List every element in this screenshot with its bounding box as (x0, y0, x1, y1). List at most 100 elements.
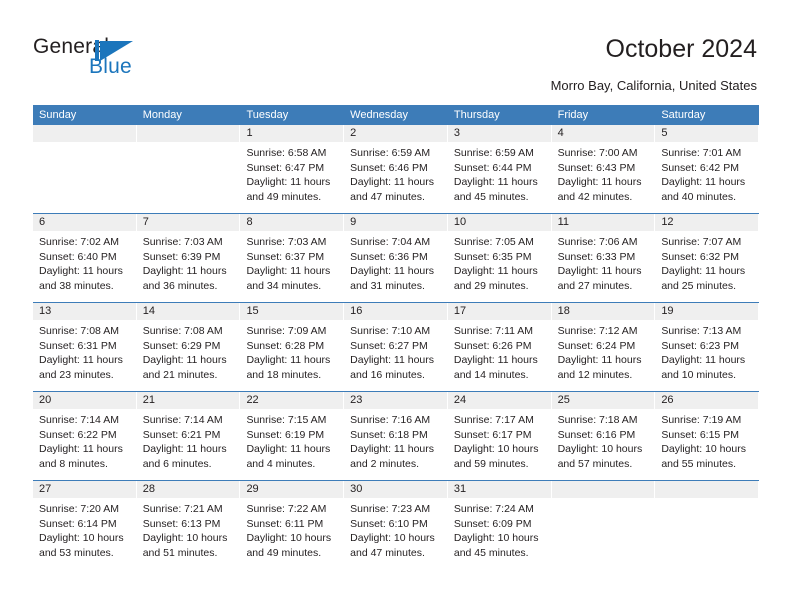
day-number: 11 (551, 214, 656, 231)
day-details: Sunrise: 7:14 AM Sunset: 6:22 PM Daylight:… (33, 409, 137, 471)
calendar-day-cell[interactable]: 8 Sunrise: 7:03 AM Sunset: 6:37 PM Daylight… (240, 214, 345, 302)
day-number: 9 (344, 214, 448, 231)
calendar-day-cell[interactable]: 7 Sunrise: 7:03 AM Sunset: 6:39 PM Daylight… (136, 214, 241, 302)
calendar-day-cell[interactable]: 26 Sunrise: 7:19 AM Sunset: 6:15 PM Dayligh… (655, 392, 760, 480)
calendar-day-cell[interactable]: 25 Sunrise: 7:18 AM Sunset: 6:16 PM Dayligh… (551, 392, 656, 480)
sunrise-time: Sunrise: 6:59 AM (453, 147, 534, 159)
daylight-duration-line2: and 49 minutes. (246, 546, 322, 559)
calendar-day-cell[interactable]: 31 Sunrise: 7:24 AM Sunset: 6:09 PM Dayligh… (447, 481, 552, 570)
daylight-duration-line2: and 49 minutes. (246, 190, 322, 203)
day-number: 4 (551, 125, 656, 142)
day-number: 21 (136, 392, 241, 409)
calendar-day-cell[interactable]: 1 Sunrise: 6:58 AM Sunset: 6:47 PM Daylight… (240, 125, 345, 213)
day-details (552, 498, 656, 502)
sunrise-time: Sunrise: 7:08 AM (142, 325, 223, 337)
day-details: Sunrise: 7:03 AM Sunset: 6:37 PM Daylight:… (240, 231, 344, 293)
calendar-day-cell[interactable]: 22 Sunrise: 7:15 AM Sunset: 6:19 PM Dayligh… (240, 392, 345, 480)
sunset-time: Sunset: 6:28 PM (246, 339, 325, 352)
calendar-table: Sunday Monday Tuesday Wednesday Thursday Frid… (33, 105, 760, 570)
day-details: Sunrise: 7:06 AM Sunset: 6:33 PM Daylight:… (552, 231, 656, 293)
calendar-day-cell[interactable]: 27 Sunrise: 7:20 AM Sunset: 6:14 PM Dayligh… (33, 481, 137, 570)
daylight-duration-line2: and 29 minutes. (453, 279, 529, 292)
day-number: 23 (344, 392, 448, 409)
daylight-duration-line2: and 59 minutes. (453, 457, 529, 470)
sunset-time: Sunset: 6:13 PM (142, 517, 221, 530)
calendar-day-cell[interactable]: 2 Sunrise: 6:59 AM Sunset: 6:46 PM Daylight… (344, 125, 448, 213)
sunrise-time: Sunrise: 7:17 AM (453, 414, 534, 426)
sunset-time: Sunset: 6:47 PM (246, 161, 325, 174)
daylight-duration-line1: Daylight: 11 hours (453, 176, 538, 189)
daylight-duration-line2: and 42 minutes. (557, 190, 633, 203)
day-details: Sunrise: 7:00 AM Sunset: 6:43 PM Daylight:… (552, 142, 656, 204)
daylight-duration-line1: Daylight: 11 hours (142, 265, 227, 278)
calendar-day-cell[interactable]: 5 Sunrise: 7:01 AM Sunset: 6:42 PM Daylight… (655, 125, 760, 213)
calendar-body: 1 Sunrise: 6:58 AM Sunset: 6:47 PM Daylight… (33, 125, 760, 570)
calendar-day-cell[interactable]: 20 Sunrise: 7:14 AM Sunset: 6:22 PM Dayligh… (33, 392, 137, 480)
calendar-day-cell[interactable]: 19 Sunrise: 7:13 AM Sunset: 6:23 PM Dayligh… (655, 303, 760, 391)
sunrise-time: Sunrise: 7:03 AM (246, 236, 327, 248)
sunrise-time: Sunrise: 7:23 AM (350, 503, 431, 515)
calendar-day-cell[interactable]: 23 Sunrise: 7:16 AM Sunset: 6:18 PM Dayligh… (344, 392, 448, 480)
calendar-day-cell[interactable]: 28 Sunrise: 7:21 AM Sunset: 6:13 PM Dayligh… (136, 481, 241, 570)
sunset-time: Sunset: 6:11 PM (246, 517, 324, 530)
calendar-day-cell[interactable]: 11 Sunrise: 7:06 AM Sunset: 6:33 PM Dayligh… (551, 214, 656, 302)
sunset-time: Sunset: 6:42 PM (661, 161, 739, 174)
daylight-duration-line1: Daylight: 11 hours (350, 265, 435, 278)
calendar-day-cell[interactable]: 17 Sunrise: 7:11 AM Sunset: 6:26 PM Dayligh… (447, 303, 552, 391)
day-number (655, 481, 760, 498)
calendar-day-cell[interactable]: 10 Sunrise: 7:05 AM Sunset: 6:35 PM Dayligh… (447, 214, 552, 302)
weekday-header-friday: Friday (557, 109, 589, 121)
weekday-header-wednesday: Wednesday (350, 109, 409, 121)
day-number: 16 (344, 303, 448, 320)
calendar-day-cell[interactable]: 16 Sunrise: 7:10 AM Sunset: 6:27 PM Dayligh… (344, 303, 448, 391)
sunset-time: Sunset: 6:14 PM (39, 517, 117, 530)
day-number: 26 (655, 392, 760, 409)
day-details: Sunrise: 7:17 AM Sunset: 6:17 PM Daylight:… (448, 409, 552, 471)
sunset-time: Sunset: 6:23 PM (661, 339, 739, 352)
day-number (136, 125, 241, 142)
sunrise-time: Sunrise: 7:04 AM (350, 236, 431, 248)
daylight-duration-line1: Daylight: 11 hours (557, 265, 642, 278)
daylight-duration-line1: Daylight: 10 hours (350, 532, 435, 545)
sunset-time: Sunset: 6:31 PM (39, 339, 117, 352)
daylight-duration-line2: and 21 minutes. (142, 368, 218, 381)
daylight-duration-line1: Daylight: 11 hours (661, 265, 746, 278)
day-number: 18 (551, 303, 656, 320)
calendar-day-cell[interactable]: 3 Sunrise: 6:59 AM Sunset: 6:44 PM Daylight… (447, 125, 552, 213)
calendar-day-cell[interactable]: 13 Sunrise: 7:08 AM Sunset: 6:31 PM Dayligh… (33, 303, 137, 391)
sunrise-time: Sunrise: 6:59 AM (350, 147, 431, 159)
sunset-time: Sunset: 6:32 PM (661, 250, 739, 263)
sunset-time: Sunset: 6:44 PM (453, 161, 532, 174)
calendar-day-cell[interactable]: 12 Sunrise: 7:07 AM Sunset: 6:32 PM Dayligh… (655, 214, 760, 302)
sunrise-time: Sunrise: 7:00 AM (557, 147, 638, 159)
calendar-day-cell-empty (33, 125, 137, 213)
daylight-duration-line1: Daylight: 11 hours (39, 443, 123, 456)
calendar-day-cell[interactable]: 4 Sunrise: 7:00 AM Sunset: 6:43 PM Daylight… (551, 125, 656, 213)
calendar-week-row: 20 Sunrise: 7:14 AM Sunset: 6:22 PM Dayligh… (33, 392, 760, 481)
daylight-duration-line2: and 45 minutes. (453, 546, 529, 559)
brand-logo[interactable]: General Blue (33, 36, 253, 88)
calendar-day-cell[interactable]: 18 Sunrise: 7:12 AM Sunset: 6:24 PM Dayligh… (551, 303, 656, 391)
calendar-day-cell[interactable]: 21 Sunrise: 7:14 AM Sunset: 6:21 PM Dayligh… (136, 392, 241, 480)
day-details: Sunrise: 7:02 AM Sunset: 6:40 PM Daylight:… (33, 231, 137, 293)
sunrise-time: Sunrise: 7:22 AM (246, 503, 327, 515)
sunset-time: Sunset: 6:17 PM (453, 428, 532, 441)
sunset-time: Sunset: 6:43 PM (557, 161, 636, 174)
day-details: Sunrise: 7:13 AM Sunset: 6:23 PM Daylight:… (655, 320, 759, 382)
sunset-time: Sunset: 6:36 PM (350, 250, 428, 263)
sunrise-time: Sunrise: 7:02 AM (39, 236, 119, 248)
calendar-day-cell[interactable]: 15 Sunrise: 7:09 AM Sunset: 6:28 PM Dayligh… (240, 303, 345, 391)
calendar-day-cell[interactable]: 14 Sunrise: 7:08 AM Sunset: 6:29 PM Dayligh… (136, 303, 241, 391)
calendar-day-cell[interactable]: 24 Sunrise: 7:17 AM Sunset: 6:17 PM Dayligh… (447, 392, 552, 480)
sunset-time: Sunset: 6:22 PM (39, 428, 117, 441)
day-details: Sunrise: 7:24 AM Sunset: 6:09 PM Daylight:… (448, 498, 552, 560)
day-details: Sunrise: 7:08 AM Sunset: 6:29 PM Daylight:… (137, 320, 241, 382)
calendar-day-cell[interactable]: 30 Sunrise: 7:23 AM Sunset: 6:10 PM Dayligh… (344, 481, 448, 570)
sunrise-time: Sunrise: 7:19 AM (661, 414, 742, 426)
calendar-day-cell[interactable]: 6 Sunrise: 7:02 AM Sunset: 6:40 PM Daylight… (33, 214, 137, 302)
sunset-time: Sunset: 6:10 PM (350, 517, 428, 530)
day-number: 22 (240, 392, 345, 409)
day-details: Sunrise: 6:59 AM Sunset: 6:46 PM Daylight:… (344, 142, 448, 204)
calendar-day-cell[interactable]: 9 Sunrise: 7:04 AM Sunset: 6:36 PM Daylight… (344, 214, 448, 302)
calendar-day-cell[interactable]: 29 Sunrise: 7:22 AM Sunset: 6:11 PM Dayligh… (240, 481, 345, 570)
